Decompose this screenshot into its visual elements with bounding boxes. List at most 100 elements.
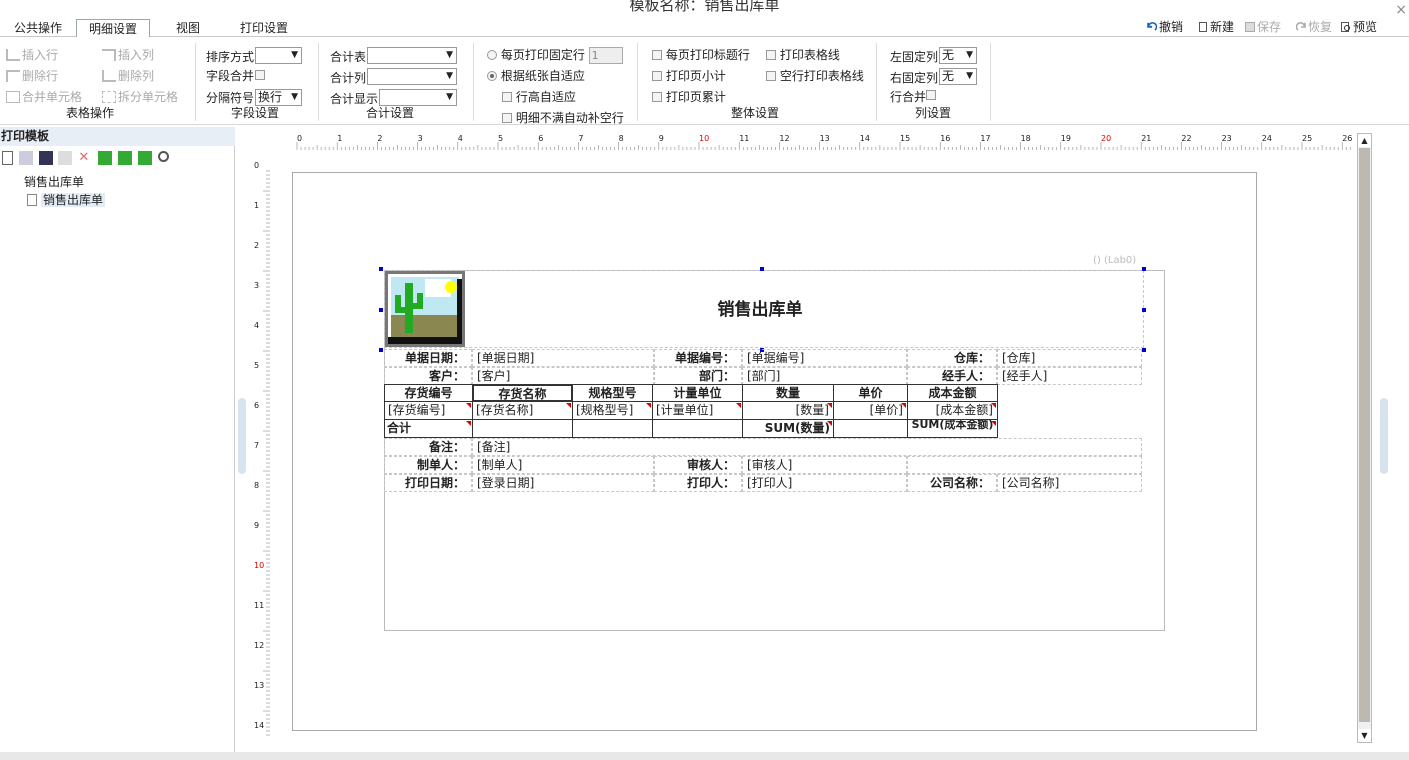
field-merge-checkbox[interactable] <box>255 67 265 83</box>
resize-handle[interactable] <box>379 267 383 271</box>
header-cell-item-name[interactable]: 存货名称 <box>472 384 573 402</box>
merge-cells-button[interactable]: 合并单元格 <box>6 89 82 105</box>
resize-handle[interactable] <box>1142 348 1146 352</box>
header-cell-quantity[interactable]: 数量 <box>742 384 834 402</box>
warehouse-label[interactable]: 仓库： <box>907 349 997 367</box>
close-icon[interactable]: × <box>1395 2 1407 18</box>
delete-icon[interactable]: ✕ <box>78 151 92 165</box>
fill-empty-rows-checkbox[interactable]: 明细不满自动补空行 <box>502 110 624 126</box>
new-button[interactable]: 新建 <box>1198 19 1234 35</box>
save-button[interactable]: 保存 <box>1245 19 1281 35</box>
resize-handle[interactable] <box>379 348 383 352</box>
detail-cell-unit[interactable]: [计量单位] <box>652 401 743 420</box>
sort-select[interactable]: ▼ <box>255 47 302 64</box>
left-collapse-handle[interactable] <box>238 398 246 474</box>
right-collapse-handle[interactable] <box>1380 398 1388 474</box>
total-table-select[interactable]: ▼ <box>367 47 457 64</box>
total-empty-cell[interactable] <box>472 419 573 438</box>
row-merge-checkbox[interactable] <box>926 87 936 103</box>
right-fixed-select[interactable]: 无 ▼ <box>939 68 977 85</box>
detail-cell-item-name[interactable]: [存货名称] <box>472 401 573 420</box>
fixed-rows-radio[interactable]: 每页打印固定行 1 <box>487 47 623 64</box>
tab-public-ops[interactable]: 公共操作 <box>4 19 72 37</box>
import-icon[interactable] <box>98 151 113 165</box>
reviewer-field[interactable]: [审核人] <box>742 456 907 474</box>
export-icon[interactable] <box>117 151 132 165</box>
resize-handle[interactable] <box>379 308 383 312</box>
header-cell-item-code[interactable]: 存货编号 <box>384 384 473 402</box>
company-field[interactable]: [公司名称] <box>997 474 1142 492</box>
row-height-auto-checkbox[interactable]: 行高自适应 <box>502 89 576 105</box>
delete-col-button[interactable]: 删除列 <box>102 68 154 84</box>
print-date-field[interactable]: [登录日期] <box>472 474 654 492</box>
new-icon[interactable] <box>2 151 13 165</box>
auto-fit-radio[interactable]: 根据纸张自适应 <box>487 68 585 84</box>
title-row-checkbox[interactable]: 每页打印标题行 <box>652 47 750 63</box>
copy-icon[interactable] <box>137 151 152 165</box>
doc-date-label[interactable]: 单据日期： <box>384 349 472 367</box>
logo-image-icon[interactable] <box>385 271 465 347</box>
maker-field[interactable]: [制单人] <box>472 456 654 474</box>
total-empty-cell[interactable] <box>833 419 908 438</box>
total-col-select[interactable]: ▼ <box>367 68 457 85</box>
resize-handle[interactable] <box>1142 308 1146 312</box>
remark-label[interactable]: 备注： <box>384 438 472 456</box>
tab-detail-settings[interactable]: 明细设置 <box>76 19 150 37</box>
header-cell-unit[interactable]: 计量单位 <box>652 384 743 402</box>
empty-grid-checkbox[interactable]: 空行打印表格线 <box>766 68 864 84</box>
fixed-rows-input[interactable]: 1 <box>588 47 623 64</box>
separator-select[interactable]: 换行 ▼ <box>255 89 302 106</box>
detail-cell-quantity[interactable]: [数量] <box>742 401 834 420</box>
delete-row-button[interactable]: 删除行 <box>6 68 58 84</box>
total-row-label[interactable]: 合计 <box>384 419 473 438</box>
insert-col-button[interactable]: 插入列 <box>102 47 154 63</box>
edit-icon[interactable] <box>58 151 73 165</box>
page-subtotal-checkbox[interactable]: 打印页小计 <box>652 68 726 84</box>
total-display-select[interactable]: ▼ <box>379 89 457 106</box>
detail-cell-cost[interactable]: [成本金额] <box>907 401 998 420</box>
preview-button[interactable]: 预览 <box>1341 19 1377 35</box>
printer-label[interactable]: 打印人： <box>654 474 742 492</box>
maker-label[interactable]: 制单人： <box>384 456 472 474</box>
tab-print-settings[interactable]: 打印设置 <box>228 19 300 37</box>
restore-button[interactable]: 恢复 <box>1296 19 1332 35</box>
department-label[interactable]: 部门： <box>654 367 742 385</box>
tree-child[interactable]: 销售出库单 <box>27 191 106 208</box>
handler-field[interactable]: [经手人] <box>997 367 1142 385</box>
vertical-scrollbar[interactable]: ▲ ▼ <box>1357 133 1372 743</box>
scroll-thumb[interactable] <box>1359 148 1370 722</box>
total-empty-cell[interactable] <box>572 419 653 438</box>
left-fixed-select[interactable]: 无 ▼ <box>939 47 977 64</box>
doc-number-field[interactable]: [单据编号] <box>742 349 907 367</box>
tab-view[interactable]: 视图 <box>160 19 216 37</box>
scroll-down-icon[interactable]: ▼ <box>1358 729 1371 742</box>
page-cumulative-checkbox[interactable]: 打印页累计 <box>652 89 726 105</box>
doc-number-label[interactable]: 单据编号： <box>654 349 742 367</box>
total-cell-quantity[interactable]: SUM(数量) <box>742 419 834 438</box>
doc-date-field[interactable]: [单据日期] <box>472 349 654 367</box>
resize-handle[interactable] <box>1142 267 1146 271</box>
printer-field[interactable]: [打印人] <box>742 474 907 492</box>
detail-cell-spec[interactable]: [规格型号] <box>572 401 653 420</box>
maker-empty-cell[interactable] <box>907 456 1142 474</box>
total-empty-cell[interactable] <box>652 419 743 438</box>
search-icon[interactable] <box>157 151 169 162</box>
scroll-up-icon[interactable]: ▲ <box>1358 134 1371 147</box>
grid-lines-checkbox[interactable]: 打印表格线 <box>766 47 840 63</box>
resize-handle[interactable] <box>760 267 764 271</box>
handler-label[interactable]: 经手人： <box>907 367 997 385</box>
reviewer-label[interactable]: 审核人： <box>654 456 742 474</box>
open-icon[interactable] <box>18 151 33 165</box>
header-cell-spec[interactable]: 规格型号 <box>572 384 653 402</box>
split-cells-button[interactable]: 拆分单元格 <box>102 89 178 105</box>
company-label[interactable]: 公司名称： <box>907 474 997 492</box>
total-cell-cost[interactable]: SUM(成本金额) <box>907 419 998 438</box>
header-cell-price[interactable]: 单价 <box>833 384 908 402</box>
undo-button[interactable]: 撤销 <box>1147 19 1183 35</box>
warehouse-field[interactable]: [仓库] <box>997 349 1142 367</box>
print-date-label[interactable]: 打印日期： <box>384 474 472 492</box>
customer-label[interactable]: 客户： <box>384 367 472 385</box>
remark-field[interactable]: [备注] <box>472 438 1142 456</box>
header-cell-cost[interactable]: 成本金额 <box>907 384 998 402</box>
insert-row-button[interactable]: 插入行 <box>6 47 58 63</box>
